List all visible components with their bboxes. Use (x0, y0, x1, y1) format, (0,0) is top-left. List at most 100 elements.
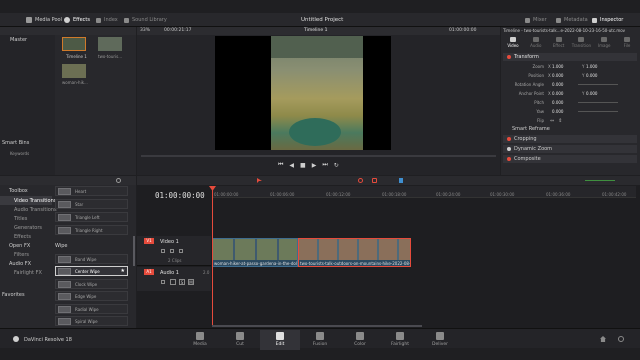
settings-icon[interactable] (618, 336, 624, 342)
viewer-zoom[interactable]: 33% (140, 28, 150, 33)
transition-triangle-right[interactable]: Triangle Right (55, 225, 128, 235)
tab-effects[interactable]: Effects (64, 15, 90, 25)
zoom-y-field[interactable]: 1.000 (586, 64, 597, 69)
page-tab-fusion[interactable]: Fusion (300, 330, 340, 350)
rotation-field[interactable]: 0.000 (552, 82, 572, 87)
composite-enabled-dot[interactable] (507, 157, 511, 161)
transform-enabled-dot[interactable] (507, 55, 511, 59)
transition-center-wipe[interactable]: Center Wipe ★ (55, 266, 128, 276)
video-track-name[interactable]: Video 1 (160, 239, 179, 245)
solo-icon[interactable]: S (179, 279, 185, 285)
viewer-scrubber[interactable] (141, 155, 496, 157)
transition-clock-wipe[interactable]: Clock Wipe (55, 279, 128, 289)
pitch-field[interactable]: 0.000 (552, 100, 572, 105)
star-icon[interactable]: ★ (121, 268, 125, 274)
clip-thumb-woman-hiker[interactable] (62, 64, 86, 78)
eye-icon[interactable] (179, 249, 183, 253)
zoom-x-field[interactable]: 1.000 (552, 64, 572, 69)
tab-index[interactable]: Index (96, 15, 118, 25)
lock-icon[interactable] (161, 249, 165, 253)
loop-icon[interactable]: ↻ (334, 162, 339, 169)
flag-icon[interactable] (399, 178, 403, 183)
mute-icon[interactable]: M (188, 279, 194, 285)
auto-select-icon[interactable] (170, 249, 174, 253)
center-wipe-icon (58, 267, 71, 275)
track-id-badge-v1[interactable]: V1 (144, 238, 154, 244)
tree-item-generators[interactable]: Generators (14, 225, 42, 231)
pitch-slider[interactable] (578, 102, 618, 103)
timeline-clip-woman-hiker[interactable]: woman-hiker-at-passo-gardena-in-the-dolo… (212, 238, 298, 267)
toolbox-header[interactable]: Toolbox (9, 188, 28, 194)
inspector-tab-effect[interactable]: Effect (549, 37, 569, 51)
page-tab-cut[interactable]: Cut (220, 330, 260, 350)
track-id-badge-a1[interactable]: A1 (144, 269, 154, 275)
position-y-field[interactable]: 0.000 (586, 73, 597, 78)
dynamic-zoom-dot[interactable] (507, 147, 511, 151)
effects-scrollbar[interactable] (133, 236, 135, 266)
flip-horizontal-icon[interactable]: ⇔ (550, 118, 554, 124)
tab-sound-library[interactable]: Sound Library (124, 15, 167, 25)
linked-selection-icon[interactable] (372, 178, 377, 183)
inspector-tabs: Video Audio Effect Transition Image File (503, 37, 637, 51)
cropping-enabled-dot[interactable] (507, 137, 511, 141)
flip-vertical-icon[interactable]: ⇕ (558, 118, 562, 124)
rotation-slider[interactable] (578, 84, 618, 85)
skip-back-icon[interactable]: ⏮ (278, 161, 283, 169)
inspector-row-anchor: Anchor Point X 0.000 Y 0.000 (518, 91, 598, 96)
tree-item-audio-transitions[interactable]: Audio Transitions (14, 207, 57, 213)
clip-thumb-two-tourists[interactable] (98, 37, 122, 51)
inspector-tab-image[interactable]: Image (594, 37, 614, 51)
skip-forward-icon[interactable]: ⏭ (322, 161, 327, 169)
clip-thumb-timeline[interactable] (62, 37, 86, 51)
tree-item-open-fx[interactable]: Open FX (9, 243, 30, 249)
auto-select-icon[interactable] (170, 279, 176, 285)
transition-edge-wipe[interactable]: Edge Wipe (55, 291, 128, 301)
bin-master[interactable]: Master (10, 37, 27, 43)
page-tab-deliver[interactable]: Deliver (420, 330, 460, 350)
video-track-clip-count: 2 Clips (168, 258, 182, 263)
tree-item-titles[interactable]: Titles (14, 216, 27, 222)
transition-spiral-wipe[interactable]: Spiral Wipe (55, 316, 128, 326)
transition-heart[interactable]: Heart (55, 186, 128, 196)
inspector-tab-transition[interactable]: Transition (571, 37, 591, 51)
viewer-timeline-name[interactable]: Timeline 1 (304, 28, 327, 33)
page-tab-media[interactable]: Media (180, 330, 220, 350)
yaw-field[interactable]: 0.000 (552, 109, 572, 114)
position-x-field[interactable]: 0.000 (552, 73, 572, 78)
audio-meter-slider[interactable] (585, 180, 615, 181)
playhead[interactable] (212, 186, 213, 327)
anchor-y-field[interactable]: 0.000 (586, 91, 597, 96)
play-icon[interactable]: ▶ (312, 162, 317, 169)
stop-icon[interactable]: ■ (300, 162, 306, 169)
audio-track-name[interactable]: Audio 1 (160, 270, 179, 276)
transition-star[interactable]: Star (55, 199, 128, 209)
tab-media-pool[interactable]: Media Pool (26, 15, 62, 25)
transition-band-wipe[interactable]: Band Wipe (55, 254, 128, 264)
anchor-x-field[interactable]: 0.000 (552, 91, 572, 96)
inspector-tab-video[interactable]: Video (503, 37, 523, 51)
tab-metadata[interactable]: Metadata (556, 15, 588, 25)
play-reverse-icon[interactable]: ◀ (289, 162, 294, 169)
smart-bin-keywords[interactable]: Keywords (10, 151, 29, 156)
tree-item-effects[interactable]: Effects (14, 234, 31, 240)
yaw-slider[interactable] (578, 111, 618, 112)
inspector-tab-audio[interactable]: Audio (526, 37, 546, 51)
page-tab-color[interactable]: Color (340, 330, 380, 350)
tree-item-video-transitions[interactable]: Video Transitions (14, 198, 56, 204)
tree-item-fairlight-fx[interactable]: Fairlight FX (14, 270, 42, 276)
tree-item-filters[interactable]: Filters (14, 252, 29, 258)
tab-inspector[interactable]: Inspector (592, 15, 623, 25)
inspector-tab-file[interactable]: File (617, 37, 637, 51)
timeline-clip-two-tourists[interactable]: two-tourists-talk-outdoors-on-mountains-… (298, 238, 411, 267)
lock-icon[interactable] (161, 280, 165, 284)
viewer-sky (271, 36, 363, 58)
page-tab-fairlight[interactable]: Fairlight (380, 330, 420, 350)
page-tab-edit[interactable]: Edit (260, 330, 300, 350)
tree-item-audio-fx[interactable]: Audio FX (9, 261, 31, 267)
timeline-scrollbar[interactable] (212, 325, 422, 327)
transition-radial-wipe[interactable]: Radial Wipe (55, 304, 128, 314)
snapping-icon[interactable] (358, 178, 363, 183)
transition-triangle-left[interactable]: Triangle Left (55, 212, 128, 222)
tab-mixer[interactable]: Mixer (525, 15, 547, 25)
search-icon[interactable] (116, 178, 121, 183)
